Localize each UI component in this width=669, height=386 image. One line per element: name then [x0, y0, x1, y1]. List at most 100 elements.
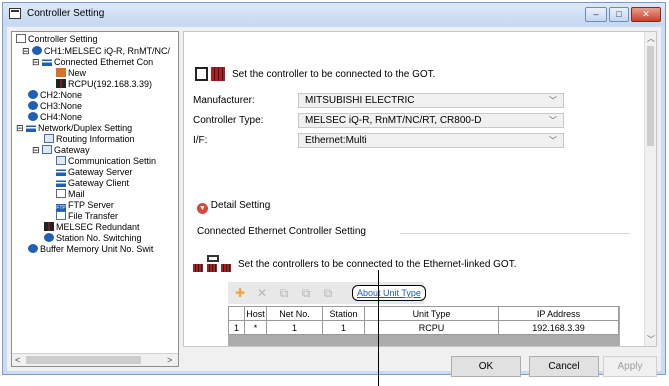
routing-icon: [44, 134, 54, 143]
tree-item-rcpu[interactable]: RCPU(192.168.3.39): [56, 79, 152, 90]
channel-icon: [28, 101, 38, 110]
table-header-row: Host Net No. Station Unit Type IP Addres…: [228, 306, 619, 321]
cell-host[interactable]: *: [244, 320, 267, 335]
cell-station[interactable]: 1: [322, 320, 365, 335]
channel-icon: [28, 90, 38, 99]
rcpu-icon: [56, 79, 66, 88]
network-icon: [42, 57, 53, 66]
panel-vertical-scrollbar[interactable]: ︿ ﹀: [644, 32, 656, 346]
tree-item-gateway[interactable]: ⊟ Gateway: [32, 145, 90, 156]
ethernet-controllers-icon: [193, 255, 233, 272]
buffer-memory-icon: [28, 244, 38, 253]
window-app-icon: [9, 8, 21, 19]
chevron-down-icon: ﹀: [549, 96, 557, 105]
tree-item-melsec-redundant[interactable]: MELSEC Redundant: [44, 222, 140, 233]
gateway-client-icon: [56, 178, 66, 187]
tree-item-new[interactable]: New: [56, 68, 86, 79]
gateway-icon: [42, 145, 53, 154]
interface-label: I/F:: [193, 135, 208, 146]
copy-icon[interactable]: ⧉: [276, 285, 292, 301]
callout-leader-line: [378, 270, 379, 386]
channel-icon: [32, 46, 43, 55]
ethernet-heading: Set the controllers to be connected to t…: [238, 259, 517, 270]
tree-item-ch1[interactable]: ⊟ CH1:MELSEC iQ-R, RnMT/NC/: [22, 46, 170, 57]
unit-table-area: Host Net No. Station Unit Type IP Addres…: [228, 306, 620, 346]
tree-item-gateway-client[interactable]: Gateway Client: [56, 178, 129, 189]
tree-item-station-switching[interactable]: Station No. Switching: [44, 233, 142, 244]
controller-setting-icon: [16, 34, 26, 43]
tree-item-file-transfer[interactable]: File Transfer: [56, 211, 118, 222]
controller-type-select[interactable]: MELSEC iQ-R, RnMT/NC/RT, CR800-D ﹀: [298, 113, 564, 128]
tree-item-gateway-server[interactable]: Gateway Server: [56, 167, 133, 178]
gateway-server-icon: [56, 167, 66, 176]
tree-item-controller-setting[interactable]: Controller Setting: [16, 34, 98, 45]
tree-item-network-duplex[interactable]: ⊟ Network/Duplex Setting: [16, 123, 132, 134]
controller-heading: Set the controller to be connected to th…: [232, 69, 436, 80]
manufacturer-label: Manufacturer:: [193, 95, 255, 106]
column-header-ip-address: IP Address: [498, 306, 619, 321]
paste-insert-icon[interactable]: ⧉: [320, 285, 336, 301]
detail-setting-label: Detail Setting: [210, 200, 271, 211]
dialog-client-area: Controller Setting ⊟ CH1:MELSEC iQ-R, Rn…: [7, 27, 661, 377]
manufacturer-select[interactable]: MITSUBISHI ELECTRIC ﹀: [298, 93, 564, 108]
panel-scroll-thumb[interactable]: [647, 46, 654, 146]
column-header-unit-type: Unit Type: [364, 306, 499, 321]
cell-unit-type[interactable]: RCPU: [364, 320, 499, 335]
file-transfer-icon: [56, 211, 66, 220]
add-icon[interactable]: ✚: [232, 285, 248, 301]
mail-icon: [56, 189, 66, 198]
window-title: Controller Setting: [27, 8, 105, 19]
station-switch-icon: [44, 233, 54, 242]
scroll-right-icon[interactable]: >: [167, 355, 172, 365]
tree-item-communication[interactable]: Communication Settin: [56, 156, 156, 167]
table-row[interactable]: 1 * 1 1 RCPU 192.168.3.39: [228, 320, 619, 335]
new-icon: [56, 68, 66, 77]
cell-net-no[interactable]: 1: [266, 320, 323, 335]
column-header-host: Host: [244, 306, 267, 321]
collapse-icon: ▼: [197, 203, 208, 214]
scroll-down-icon[interactable]: ﹀: [647, 334, 655, 345]
chevron-down-icon: ﹀: [549, 116, 557, 125]
redundant-icon: [44, 222, 54, 231]
scroll-left-icon[interactable]: <: [15, 355, 20, 365]
network-icon: [26, 123, 37, 132]
tree-item-connected-ethernet[interactable]: ⊟ Connected Ethernet Con: [32, 57, 153, 68]
column-header-station: Station: [322, 306, 365, 321]
tree-scroll-thumb[interactable]: [26, 356, 141, 364]
detail-setting-toggle[interactable]: ▼ Detail Setting: [197, 200, 270, 214]
group-divider: [400, 233, 630, 234]
cancel-button[interactable]: Cancel: [529, 356, 599, 377]
delete-icon[interactable]: ✕: [254, 285, 270, 301]
group-title: Connected Ethernet Controller Setting: [197, 226, 366, 237]
scroll-up-icon[interactable]: ︿: [647, 33, 655, 44]
maximize-button[interactable]: □: [609, 7, 629, 22]
cell-index[interactable]: 1: [228, 320, 245, 335]
ok-button[interactable]: OK: [451, 356, 521, 377]
controller-setting-window: Controller Setting ‒ □ ✕ Controller Sett…: [2, 2, 666, 377]
close-button[interactable]: ✕: [631, 7, 661, 22]
channel-icon: [28, 112, 38, 121]
tree-item-ch2[interactable]: CH2:None: [28, 90, 82, 101]
tree-horizontal-scrollbar[interactable]: < >: [12, 353, 178, 366]
communication-icon: [56, 156, 66, 165]
cell-ip-address[interactable]: 192.168.3.39: [498, 320, 619, 335]
title-bar: Controller Setting ‒ □ ✕: [3, 3, 665, 25]
tree-item-routing[interactable]: Routing Information: [44, 134, 135, 145]
tree-item-ftp-server[interactable]: FTP FTP Server: [56, 200, 114, 213]
tree-item-buffer-memory[interactable]: Buffer Memory Unit No. Swit: [28, 244, 153, 255]
minimize-button[interactable]: ‒: [585, 7, 607, 22]
tree-item-mail[interactable]: Mail: [56, 189, 85, 200]
chevron-down-icon: ﹀: [549, 136, 557, 145]
unit-table: Host Net No. Station Unit Type IP Addres…: [228, 306, 619, 335]
settings-tree[interactable]: Controller Setting ⊟ CH1:MELSEC iQ-R, Rn…: [11, 31, 179, 367]
apply-button[interactable]: Apply: [603, 356, 657, 377]
column-header-index: [228, 306, 245, 321]
interface-select[interactable]: Ethernet:Multi ﹀: [298, 133, 564, 148]
controller-type-label: Controller Type:: [193, 115, 264, 126]
tree-item-ch4[interactable]: CH4:None: [28, 112, 82, 123]
paste-icon[interactable]: ⧉: [298, 285, 314, 301]
controller-icon: [195, 67, 225, 81]
column-header-net-no: Net No.: [266, 306, 323, 321]
tree-item-ch3[interactable]: CH3:None: [28, 101, 82, 112]
about-unit-type-link[interactable]: About Unit Type: [352, 285, 426, 301]
